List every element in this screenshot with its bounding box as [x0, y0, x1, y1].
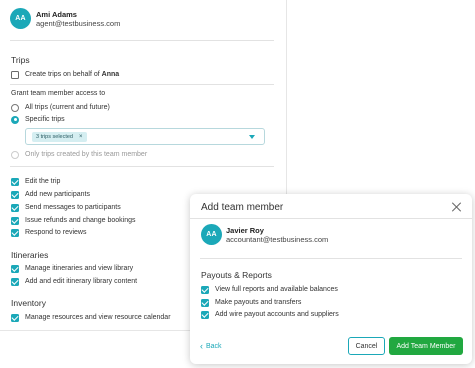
cancel-button[interactable]: Cancel [348, 337, 385, 355]
radio-button[interactable] [11, 115, 19, 124]
permission-row[interactable]: Respond to reviews [11, 227, 86, 238]
permission-row[interactable]: Add and edit itinerary library content [11, 276, 137, 287]
user-email: agent@testbusiness.com [36, 19, 121, 28]
permission-checkbox[interactable] [11, 277, 19, 286]
user-name: Javier Roy [226, 226, 264, 235]
trips-section-title: Trips [11, 55, 30, 65]
permission-label: Make payouts and transfers [215, 299, 302, 306]
create-on-behalf-label: Create trips on behalf of [25, 71, 102, 78]
chevron-down-icon[interactable] [249, 135, 255, 139]
grant-access-title: Grant team member access to [11, 90, 106, 97]
radio-button [11, 150, 19, 159]
permission-checkbox[interactable] [11, 264, 19, 273]
add-team-member-button[interactable]: Add Team Member [389, 337, 463, 355]
itineraries-section-title: Itineraries [11, 250, 49, 260]
permission-row[interactable]: Add wire payout accounts and suppliers [201, 309, 339, 320]
permission-checkbox[interactable] [11, 203, 19, 212]
modal-title: Add team member [201, 202, 284, 213]
avatar: AA [10, 8, 31, 29]
permission-label: View full reports and available balances [215, 286, 338, 293]
divider [10, 166, 274, 167]
permission-label: Send messages to participants [25, 204, 121, 211]
permission-label: Respond to reviews [25, 229, 87, 236]
permission-checkbox[interactable] [11, 228, 19, 237]
permission-checkbox[interactable] [201, 285, 209, 294]
permission-row[interactable]: Edit the trip [11, 176, 60, 187]
selected-trips-chip: 3 trips selected × [32, 131, 87, 142]
permission-checkbox[interactable] [11, 313, 19, 322]
create-on-behalf-name: Anna [101, 71, 120, 78]
user-name: Ami Adams [36, 10, 77, 19]
add-team-member-modal: Add team member AA Javier Roy accountant… [190, 194, 472, 364]
radio-specific-trips[interactable]: Specific trips [11, 114, 65, 125]
permission-checkbox[interactable] [11, 190, 19, 199]
create-on-behalf-row[interactable]: Create trips on behalf of Anna [11, 69, 119, 80]
radio-own-trips: Only trips created by this team member [11, 149, 147, 160]
permission-label: Issue refunds and change bookings [25, 217, 136, 224]
permission-row[interactable]: View full reports and available balances [201, 284, 338, 295]
permission-label: Add and edit itinerary library content [25, 278, 138, 285]
create-on-behalf-checkbox[interactable] [11, 70, 19, 79]
payouts-section-title: Payouts & Reports [201, 270, 272, 280]
chip-label: 3 trips selected [36, 133, 73, 140]
permission-row[interactable]: Send messages to participants [11, 202, 121, 213]
chip-remove-icon[interactable]: × [79, 134, 83, 140]
trips-multiselect[interactable]: 3 trips selected × [25, 128, 265, 145]
chevron-left-icon: ‹ [200, 341, 203, 351]
permission-row[interactable]: Add new participants [11, 189, 90, 200]
permission-checkbox[interactable] [201, 310, 209, 319]
permission-label: Manage itineraries and view library [25, 265, 134, 272]
back-label: Back [206, 343, 222, 350]
divider [10, 84, 274, 85]
close-icon[interactable] [451, 202, 461, 212]
permission-checkbox[interactable] [11, 177, 19, 186]
avatar: AA [201, 224, 222, 245]
divider [10, 40, 274, 41]
divider [200, 258, 462, 259]
permission-label: Add wire payout accounts and suppliers [215, 311, 339, 318]
permission-checkbox[interactable] [11, 216, 19, 225]
user-email: accountant@testbusiness.com [226, 235, 329, 244]
permission-label: Add new participants [25, 191, 90, 198]
radio-all-trips[interactable]: All trips (current and future) [11, 102, 110, 113]
back-link[interactable]: ‹ Back [200, 342, 222, 351]
radio-label: All trips (current and future) [25, 104, 110, 111]
radio-label: Specific trips [25, 116, 65, 123]
permission-row[interactable]: Manage itineraries and view library [11, 263, 133, 274]
permission-row[interactable]: Manage resources and view resource calen… [11, 312, 171, 323]
permission-checkbox[interactable] [201, 298, 209, 307]
radio-button[interactable] [11, 103, 19, 112]
inventory-section-title: Inventory [11, 298, 46, 308]
permission-label: Edit the trip [25, 178, 61, 185]
permission-label: Manage resources and view resource calen… [25, 314, 171, 321]
divider [190, 218, 472, 219]
radio-label: Only trips created by this team member [25, 151, 148, 158]
permission-row[interactable]: Issue refunds and change bookings [11, 215, 136, 226]
permission-row[interactable]: Make payouts and transfers [201, 297, 301, 308]
